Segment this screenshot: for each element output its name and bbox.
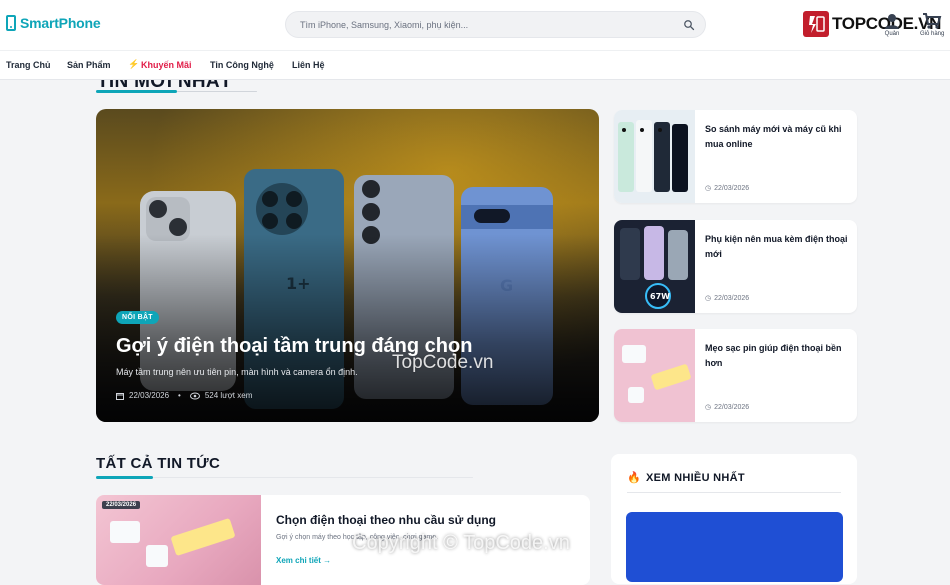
- read-more-link[interactable]: Xem chi tiết →: [276, 556, 331, 565]
- arrow-right-icon: →: [323, 556, 332, 565]
- side-article-card[interactable]: So sánh máy mới và máy cũ khi mua online…: [614, 110, 857, 203]
- calendar-icon: [116, 392, 124, 400]
- news-item-title[interactable]: Chọn điện thoại theo nhu cầu sử dụng: [276, 513, 496, 527]
- search-icon[interactable]: [683, 19, 695, 31]
- site-header: SmartPhone TOPCODE.VN Quản Giỏ hàng: [0, 0, 950, 50]
- side-article-title[interactable]: So sánh máy mới và máy cũ khi mua online: [705, 122, 850, 152]
- side-article-title[interactable]: Phụ kiện nên mua kèm điện thoại mới: [705, 232, 850, 262]
- popular-panel: 🔥 XEM NHIỀU NHẤT: [611, 454, 857, 584]
- side-article-title[interactable]: Mẹo sạc pin giúp điện thoại bền hơn: [705, 341, 850, 371]
- news-item-date: 22/03/2026: [102, 501, 141, 509]
- logo-text: SmartPhone: [20, 15, 101, 31]
- clock-icon: ◷: [705, 295, 712, 302]
- nav-promotions[interactable]: Khuyến Mãi: [141, 60, 192, 70]
- side-article-thumbnail: [614, 329, 695, 422]
- nav-products[interactable]: Sản Phẩm: [67, 60, 111, 70]
- clock-icon: ◷: [705, 185, 712, 192]
- nav-home[interactable]: Trang Chủ: [6, 60, 51, 70]
- popular-title: 🔥 XEM NHIỀU NHẤT: [627, 471, 745, 485]
- site-logo[interactable]: SmartPhone: [6, 15, 101, 31]
- news-item-subtitle: Gợi ý chọn máy theo học tập, công việc, …: [276, 534, 439, 541]
- fire-icon: 🔥: [627, 472, 641, 484]
- featured-date: 22/03/2026: [129, 391, 170, 400]
- nav-contact[interactable]: Liên Hệ: [292, 60, 325, 70]
- all-news-section-title: TẤT CẢ TIN TỨC: [96, 455, 221, 472]
- svg-text:67W: 67W: [650, 292, 670, 301]
- clock-icon: ◷: [705, 404, 712, 411]
- meta-separator: •: [178, 391, 181, 400]
- side-date-text: 22/03/2026: [714, 403, 750, 411]
- popular-divider: [627, 492, 841, 493]
- side-article-date: ◷ 22/03/2026: [705, 294, 750, 303]
- popular-article-image[interactable]: [626, 512, 843, 582]
- featured-meta: 22/03/2026 • 524 lượt xem: [116, 391, 252, 400]
- bolt-icon: ⚡: [128, 59, 140, 69]
- search-bar: [285, 11, 706, 38]
- all-news-rule: [153, 477, 473, 478]
- main-nav: Trang Chủ Sản Phẩm ⚡ Khuyến Mãi Tin Công…: [0, 50, 950, 80]
- latest-title-rule: [177, 91, 257, 92]
- all-news-underline: [96, 476, 153, 479]
- cart-link[interactable]: Giỏ hàng: [920, 12, 944, 37]
- brand-logo-icon: [803, 11, 829, 37]
- account-link[interactable]: Quản: [882, 12, 902, 37]
- featured-subtitle: Máy tầm trung nên ưu tiên pin, màn hình …: [116, 367, 358, 377]
- read-more-label: Xem chi tiết: [276, 556, 321, 565]
- side-article-date: ◷ 22/03/2026: [705, 184, 750, 193]
- phone-icon: [6, 15, 16, 31]
- side-article-thumbnail: 67W: [614, 220, 695, 313]
- latest-title-underline: [96, 90, 177, 93]
- cart-label: Giỏ hàng: [920, 31, 945, 37]
- user-icon: [885, 14, 899, 29]
- eye-icon: [189, 392, 200, 399]
- featured-article[interactable]: 1+ G NỔI BẬT Gợi ý điện thoại tầm trung …: [96, 109, 599, 422]
- side-date-text: 22/03/2026: [714, 294, 750, 302]
- side-article-card[interactable]: 67W Phụ kiện nên mua kèm điện thoại mới …: [614, 220, 857, 313]
- account-label: Quản: [884, 31, 900, 37]
- featured-title[interactable]: Gợi ý điện thoại tầm trung đáng chọn: [116, 335, 472, 358]
- popular-title-text: XEM NHIỀU NHẤT: [646, 471, 745, 484]
- nav-tech-news[interactable]: Tin Công Nghệ: [210, 60, 274, 70]
- news-list-item[interactable]: 22/03/2026 Chọn điện thoại theo nhu cầu …: [96, 495, 590, 585]
- cart-icon: [923, 13, 942, 29]
- side-date-text: 22/03/2026: [714, 184, 750, 192]
- side-article-thumbnail: [614, 110, 695, 203]
- side-article-date: ◷ 22/03/2026: [705, 403, 750, 412]
- side-article-card[interactable]: Mẹo sạc pin giúp điện thoại bền hơn ◷ 22…: [614, 329, 857, 422]
- featured-badge: NỔI BẬT: [116, 311, 159, 324]
- featured-views: 524 lượt xem: [204, 391, 253, 400]
- search-input[interactable]: [300, 17, 670, 33]
